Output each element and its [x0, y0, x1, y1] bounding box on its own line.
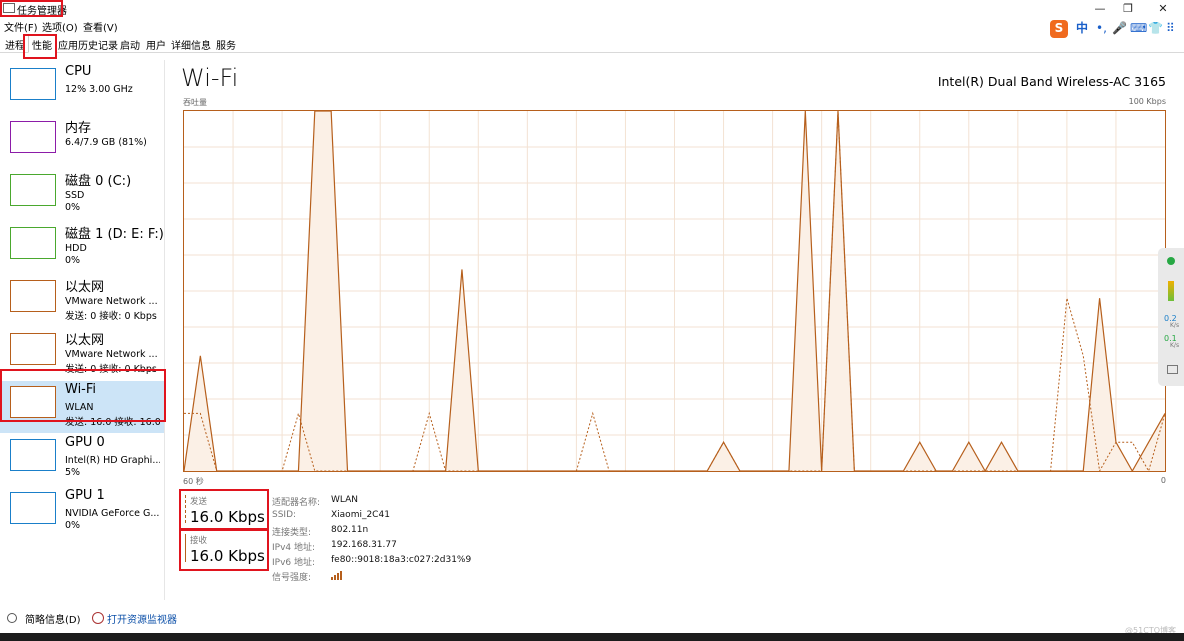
signal-strength-icon — [331, 571, 342, 580]
sidebar-item[interactable]: GPU 1 NVIDIA GeForce G... 0% — [0, 487, 164, 539]
sidebar-item[interactable]: Wi-Fi WLAN 发送: 16.0 接收: 16.0 K — [0, 381, 164, 433]
minimize-button[interactable]: — — [1087, 0, 1113, 18]
tab-performance[interactable]: 性能 — [28, 35, 56, 53]
x-axis-end-label: 0 — [1160, 476, 1166, 485]
sidebar-item-value: 0% — [65, 202, 81, 213]
menu-file[interactable]: 文件(F) — [4, 19, 38, 34]
sidebar-item-title: 以太网 — [65, 280, 105, 295]
menu-view[interactable]: 查看(V) — [83, 19, 118, 34]
prop-value-ssid: Xiaomi_2C41 — [331, 510, 390, 520]
sidebar-item-value: 发送: 16.0 接收: 16.0 K — [65, 417, 160, 428]
sidebar-item-value: 发送: 0 接收: 0 Kbps — [65, 364, 157, 375]
tab-services[interactable]: 服务 — [213, 36, 239, 53]
tab-startup[interactable]: 启动 — [117, 36, 143, 53]
receive-indicator — [185, 534, 187, 562]
sidebar-item-detail: 12% 3.00 GHz — [65, 84, 133, 95]
sidebar-item-title: GPU 1 — [65, 488, 105, 503]
sidebar-item-detail: HDD — [65, 243, 87, 254]
sidebar-item[interactable]: 内存 6.4/7.9 GB (81%) — [0, 116, 164, 168]
sidebar-item-title: Wi-Fi — [65, 382, 97, 397]
send-indicator — [185, 495, 187, 523]
widget-download-unit: K/s — [1170, 342, 1180, 349]
restore-button[interactable]: ❐ — [1115, 0, 1141, 18]
throughput-chart — [183, 110, 1166, 472]
sidebar-item[interactable]: CPU 12% 3.00 GHz — [0, 63, 164, 115]
status-dot-icon — [1167, 257, 1175, 265]
prop-value-adapter: WLAN — [331, 495, 359, 505]
sidebar-item-detail: WLAN — [65, 402, 94, 413]
sidebar-item-value: 发送: 0 接收: 0 Kbps — [65, 311, 157, 322]
close-button[interactable]: ✕ — [1150, 0, 1176, 18]
sidebar-item-title: 内存 — [65, 121, 92, 136]
tab-processes[interactable]: 进程 — [2, 36, 28, 53]
x-axis-start-label: 60 秒 — [183, 477, 204, 486]
tab-app-history[interactable]: 应用历史记录 — [55, 36, 121, 53]
receive-stat: 接收 16.0 Kbps — [183, 530, 267, 568]
adapter-name: Intel(R) Dual Band Wireless-AC 3165 — [937, 74, 1166, 89]
prop-label-signal: 信号强度: — [272, 573, 312, 583]
network-speed-widget[interactable]: 0.2 K/s 0.1 K/s — [1158, 248, 1184, 386]
sidebar-item-title: GPU 0 — [65, 435, 105, 450]
sidebar-item[interactable]: GPU 0 Intel(R) HD Graphi... 5% — [0, 434, 164, 486]
open-resource-monitor-link[interactable]: 打开资源监视器 — [107, 611, 177, 626]
resource-monitor-icon — [92, 612, 104, 624]
widget-upload-unit: K/s — [1170, 322, 1180, 329]
chevron-up-icon[interactable] — [7, 613, 17, 623]
camera-icon — [1167, 365, 1178, 374]
page-title: Wi-Fi — [181, 64, 239, 92]
send-stat: 发送 16.0 Kbps — [183, 491, 267, 529]
title-bar — [0, 0, 1184, 18]
prop-value-connection: 802.11n — [331, 525, 369, 535]
sidebar-item[interactable]: 以太网 VMware Network ... 发送: 0 接收: 0 Kbps — [0, 328, 164, 380]
sidebar-item-value: 0% — [65, 255, 81, 266]
receive-label: 接收 — [190, 536, 208, 546]
sparkline-thumbnail — [10, 333, 56, 365]
task-manager-icon — [3, 3, 15, 13]
sparkline-thumbnail — [10, 386, 56, 418]
taskbar — [0, 633, 1184, 641]
y-axis-label: 吞吐量 — [183, 98, 207, 107]
sidebar-item[interactable]: 磁盘 0 (C:) SSD 0% — [0, 169, 164, 221]
sidebar-item[interactable]: 磁盘 1 (D: E: F:) HDD 0% — [0, 222, 164, 274]
sidebar-item-value: 0% — [65, 520, 81, 531]
send-value: 16.0 Kbps — [190, 508, 265, 526]
sparkline-thumbnail — [10, 280, 56, 312]
tab-details[interactable]: 详细信息 — [168, 36, 214, 53]
sparkline-thumbnail — [10, 439, 56, 471]
sparkline-thumbnail — [10, 492, 56, 524]
prop-label-ssid: SSID: — [272, 510, 297, 520]
prop-label-ipv6: IPv6 地址: — [272, 558, 316, 568]
sidebar-item-detail: NVIDIA GeForce G... — [65, 508, 160, 519]
sidebar-item[interactable]: 以太网 VMware Network ... 发送: 0 接收: 0 Kbps — [0, 275, 164, 327]
window-title: 任务管理器 — [17, 6, 67, 17]
sidebar-item-detail: VMware Network ... — [65, 349, 158, 360]
prop-label-adapter: 适配器名称: — [272, 498, 321, 508]
meter-icon — [1168, 281, 1174, 301]
sparkline-thumbnail — [10, 68, 56, 100]
send-label: 发送 — [190, 497, 208, 507]
prop-value-ipv4: 192.168.31.77 — [331, 540, 397, 550]
sparkline-thumbnail — [10, 227, 56, 259]
menu-bar — [0, 18, 1184, 33]
sidebar-item-title: 磁盘 0 (C:) — [65, 174, 132, 189]
y-axis-max-label: 100 Kbps — [1128, 97, 1166, 106]
sidebar-item-value: 5% — [65, 467, 81, 478]
receive-value: 16.0 Kbps — [190, 547, 265, 565]
sidebar-item-detail: Intel(R) HD Graphi... — [65, 455, 160, 466]
sidebar-item-title: 以太网 — [65, 333, 105, 348]
sidebar-item-detail: SSD — [65, 190, 85, 201]
prop-label-ipv4: IPv4 地址: — [272, 543, 316, 553]
brief-info-button[interactable]: 简略信息(D) — [25, 611, 81, 626]
sparkline-thumbnail — [10, 121, 56, 153]
tab-users[interactable]: 用户 — [143, 36, 169, 53]
sidebar-item-title: 磁盘 1 (D: E: F:) — [65, 227, 164, 242]
sidebar-item-detail: VMware Network ... — [65, 296, 158, 307]
sidebar-item-title: CPU — [65, 64, 92, 79]
sidebar-item-detail: 6.4/7.9 GB (81%) — [65, 137, 147, 148]
sparkline-thumbnail — [10, 174, 56, 206]
menu-options[interactable]: 选项(O) — [42, 19, 78, 34]
prop-label-connection: 连接类型: — [272, 528, 312, 538]
prop-value-ipv6: fe80::9018:18a3:c027:2d31%9 — [331, 555, 472, 565]
